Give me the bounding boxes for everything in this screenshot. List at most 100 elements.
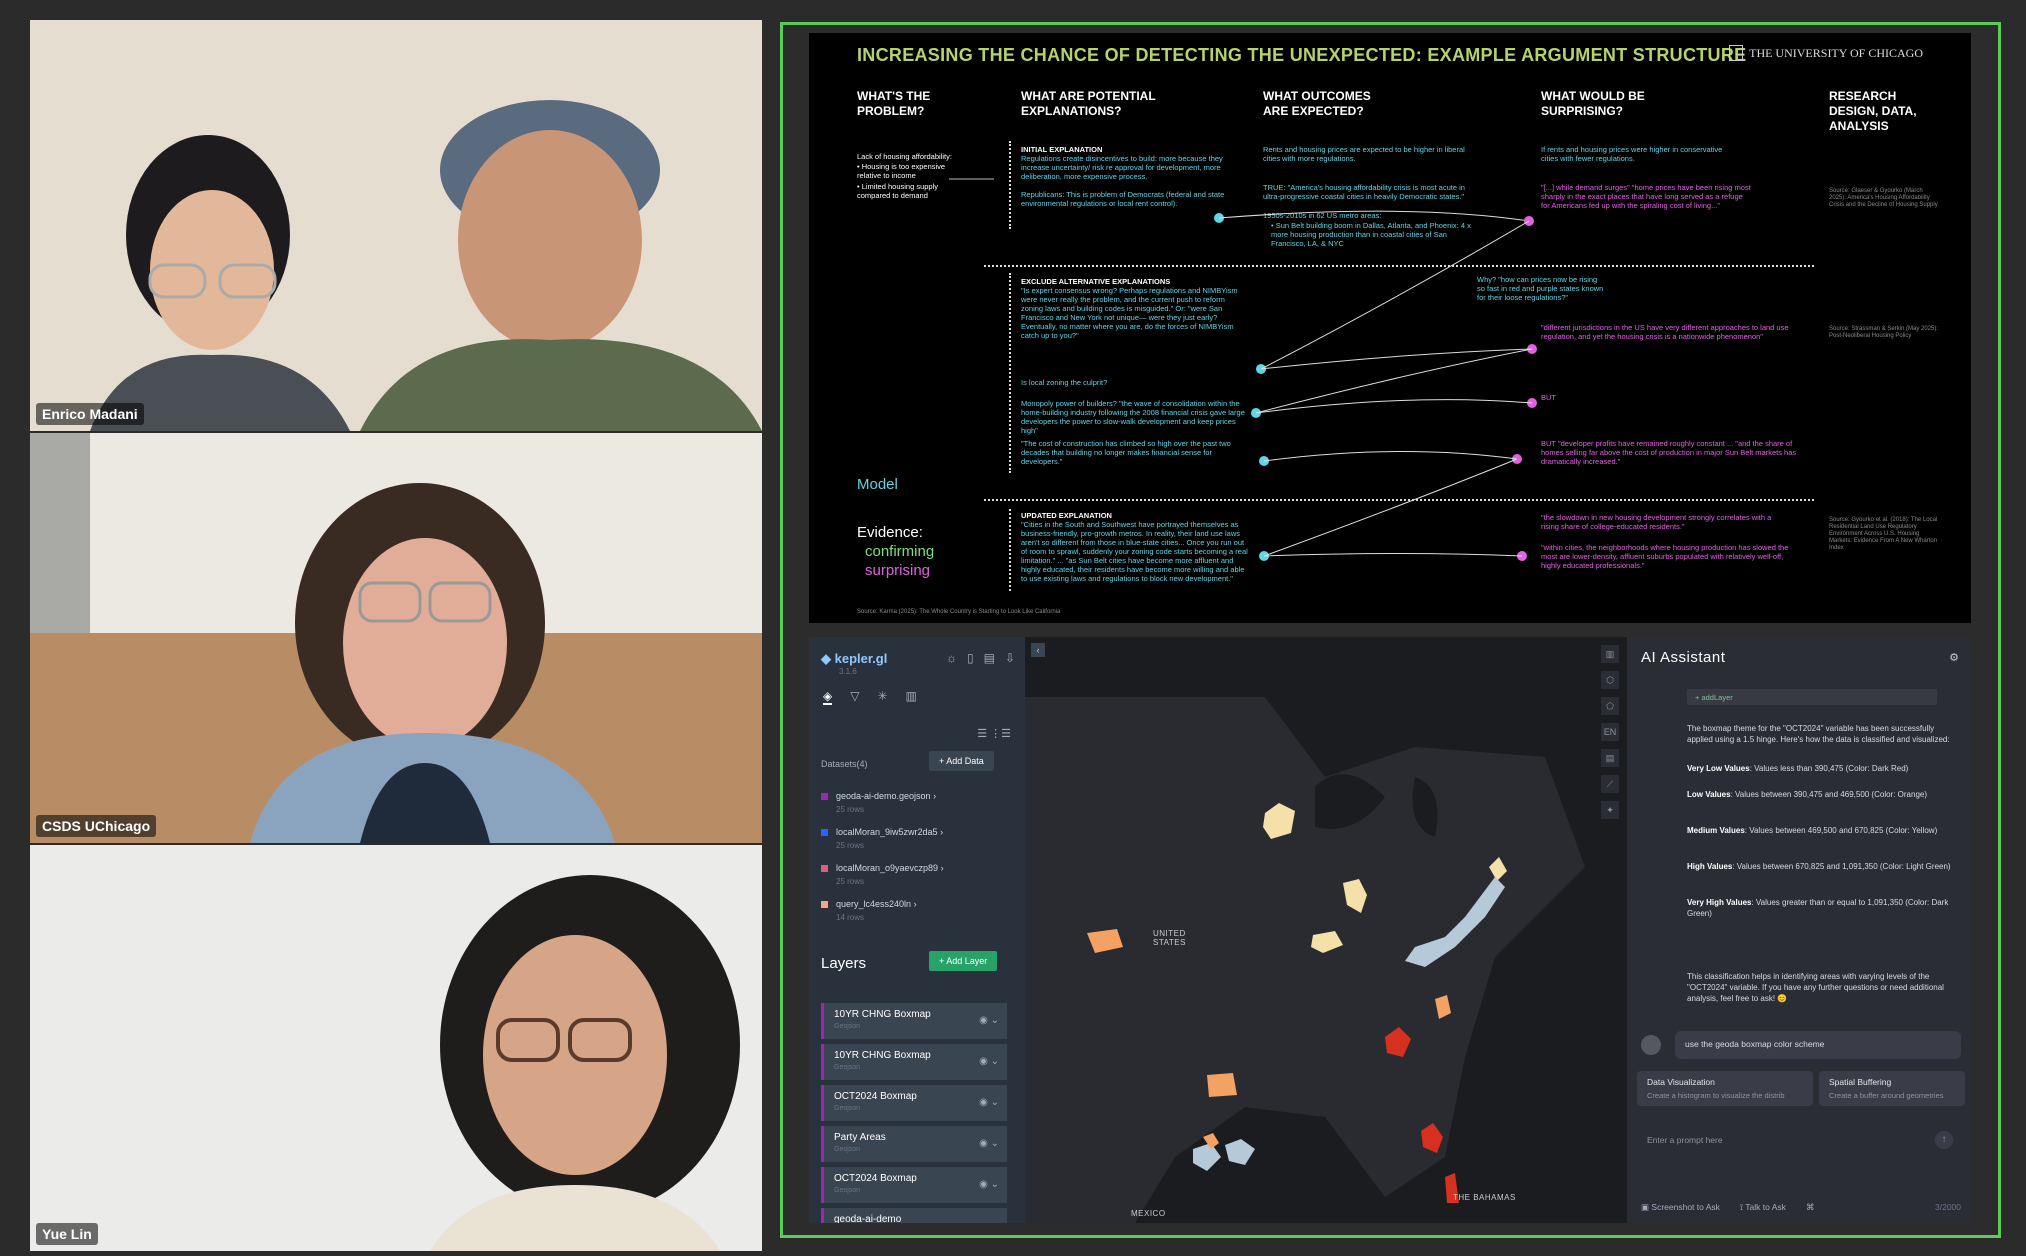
send-icon[interactable]: ↑ xyxy=(1935,1131,1953,1149)
column-heading-problem: WHAT'S THE PROBLEM? xyxy=(857,89,931,118)
map-controls: ▥ ⬡ ⬠ EN ▤ ⟋ ✦ xyxy=(1601,645,1619,819)
layer-type: Geojson xyxy=(834,1146,861,1153)
participant-tile-1[interactable]: Enrico Madani xyxy=(30,20,762,431)
column-heading-explanations: WHAT ARE POTENTIAL EXPLANATIONS? xyxy=(1021,89,1156,118)
surprising-text-2: "[...] while demand surges" "home prices… xyxy=(1541,183,1751,210)
eye-icon[interactable]: ◉ ⌄ xyxy=(979,1097,999,1108)
problem-intro: Lack of housing affordability: xyxy=(857,152,952,161)
column-heading-surprising: WHAT WOULD BE SURPRISING? xyxy=(1541,89,1645,118)
layer-item[interactable]: geoda-ai-demo xyxy=(821,1208,1007,1223)
layer-item[interactable]: 10YR CHNG Boxmap Geojson ◉ ⌄ xyxy=(821,1044,1007,1080)
layer-type: Geojson xyxy=(834,1064,861,1071)
eye-icon[interactable]: ◉ ⌄ xyxy=(979,1056,999,1067)
map-label-mexico: MEXICO xyxy=(1131,1209,1166,1218)
dataset-rows: 14 rows xyxy=(836,913,865,922)
ai-class-4-label: High Values xyxy=(1687,862,1733,871)
locale-icon[interactable]: EN xyxy=(1601,723,1619,741)
eye-icon[interactable]: ◉ ⌄ xyxy=(979,1138,999,1149)
kepler-app: ◆ kepler.gl 3.1.6 ☼ ▯ ▤ ⇩ ◈ ▽ ✳ ▥ ☰ ⋮☰ D… xyxy=(809,637,1971,1223)
dataset-item[interactable]: query_lc4ess240ln › 14 rows xyxy=(821,899,917,922)
shield-icon xyxy=(1729,45,1744,61)
eye-icon[interactable]: ◉ ⌄ xyxy=(979,1015,999,1026)
filter-tab-icon[interactable]: ▽ xyxy=(850,689,859,705)
layers-tab-icon[interactable]: ◈ xyxy=(823,689,833,705)
source-2: Source: Strassman & Serkin (May 2025): P… xyxy=(1829,326,1939,339)
dataset-color-swatch xyxy=(821,901,828,909)
add-layer-button[interactable]: + Add Layer xyxy=(929,951,998,971)
list-view-icons[interactable]: ☰ ⋮☰ xyxy=(977,727,1011,740)
kepler-version: 3.1.6 xyxy=(839,667,857,676)
add-data-button[interactable]: + Add Data xyxy=(929,751,994,771)
layer-type: Geojson xyxy=(834,1023,861,1030)
map-canvas[interactable] xyxy=(1025,637,1627,1223)
kepler-brand: ◆ kepler.gl xyxy=(821,651,888,666)
dataset-name: query_lc4ess240ln xyxy=(836,899,912,909)
map-view[interactable]: UNITED STATES MEXICO THE BAHAMAS ‹ ▥ ⬡ ⬠… xyxy=(1025,637,1627,1223)
layer-item[interactable]: OCT2024 Boxmap Geojson ◉ ⌄ xyxy=(821,1085,1007,1121)
initial-explanation: INITIAL EXPLANATION Regulations create d… xyxy=(1021,145,1241,208)
screenshot-to-ask-button[interactable]: ▣ Screenshot to Ask xyxy=(1641,1202,1720,1213)
expected-text-4: • Sun Belt building boom in Dallas, Atla… xyxy=(1271,221,1471,248)
database-icon[interactable]: ▤ xyxy=(984,651,995,665)
layer-name: 10YR CHNG Boxmap xyxy=(834,1009,931,1020)
dataset-color-swatch xyxy=(821,865,828,873)
ai-class-3-text: : Values between 469,500 and 670,825 (Co… xyxy=(1744,826,1938,835)
layer-name: OCT2024 Boxmap xyxy=(834,1173,917,1184)
but-2: BUT "developer profits have remained rou… xyxy=(1541,439,1797,466)
book-icon[interactable]: ▯ xyxy=(967,651,974,665)
ai-class-2-label: Low Values xyxy=(1687,790,1731,799)
suggestion-chip[interactable]: Spatial Buffering Create a buffer around … xyxy=(1819,1071,1965,1106)
dataset-rows: 25 rows xyxy=(836,841,865,850)
source-1: Source: Glaeser & Gyourko (March 2025): … xyxy=(1829,188,1938,208)
tool-call-chip[interactable]: + addLayer xyxy=(1687,689,1937,705)
map-label-us: UNITED STATES xyxy=(1153,929,1186,947)
footer-source: Source: Karma (2025): The Whole Country … xyxy=(857,609,1061,615)
layer-name: Party Areas xyxy=(834,1132,886,1143)
ai-class-2: Low Values: Values between 390,475 and 4… xyxy=(1687,789,1957,800)
problem-bullet-2-text: Limited housing supply compared to deman… xyxy=(857,182,939,200)
basemap-tab-icon[interactable]: ▥ xyxy=(906,689,917,705)
dataset-item[interactable]: localMoran_9iw5zwr2da5 › 25 rows xyxy=(821,827,943,850)
download-icon[interactable]: ⇩ xyxy=(1005,651,1015,665)
eye-icon[interactable]: ◉ ⌄ xyxy=(979,1179,999,1190)
participant-tile-3[interactable]: Yue Lin xyxy=(30,845,762,1251)
surprising-mid: "different jurisdictions in the US have … xyxy=(1541,323,1789,341)
dataset-color-swatch xyxy=(821,793,828,801)
tool-call-label: + addLayer xyxy=(1695,693,1733,702)
column-heading-research: RESEARCH DESIGN, DATA, ANALYSIS xyxy=(1829,89,1917,133)
ai-class-1-text: : Values less than 390,475 (Color: Dark … xyxy=(1749,764,1909,773)
draw-icon[interactable]: ⬠ xyxy=(1601,697,1619,715)
expected-text-1: Rents and housing prices are expected to… xyxy=(1263,145,1465,163)
ai-title: AI Assistant xyxy=(1641,649,1726,666)
presentation-slide: INCREASING THE CHANCE OF DETECTING THE U… xyxy=(809,33,1971,623)
layer-item[interactable]: 10YR CHNG Boxmap Geojson ◉ ⌄ xyxy=(821,1003,1007,1039)
bug-icon[interactable]: ☼ xyxy=(946,651,957,665)
legend-icon[interactable]: ▤ xyxy=(1601,749,1619,767)
but-1: BUT xyxy=(1541,393,1556,402)
attach-icon[interactable]: ⌘ xyxy=(1806,1202,1815,1213)
ai-intro: The boxmap theme for the "OCT2024" varia… xyxy=(1687,724,1950,744)
prompt-input[interactable]: Enter a prompt here xyxy=(1637,1123,1961,1159)
dataset-item[interactable]: localMoran_o9yaevczp89 › 25 rows xyxy=(821,863,944,886)
logo-text: THE UNIVERSITY OF CHICAGO xyxy=(1749,45,1923,60)
column-heading-outcomes: WHAT OUTCOMES ARE EXPECTED? xyxy=(1263,89,1371,118)
suggestion-chip[interactable]: Data Visualization Create a histogram to … xyxy=(1637,1071,1813,1106)
talk-to-ask-button[interactable]: ⟟ Talk to Ask xyxy=(1740,1202,1786,1213)
slide-title: INCREASING THE CHANCE OF DETECTING THE U… xyxy=(857,45,1747,65)
settings-icon[interactable]: ⚙ xyxy=(1949,651,1959,664)
3d-map-icon[interactable]: ⬡ xyxy=(1601,671,1619,689)
ai-assistant-icon[interactable]: ✦ xyxy=(1601,801,1619,819)
collapse-panel-icon[interactable]: ‹ xyxy=(1031,643,1045,657)
add-data-label: Add Data xyxy=(946,756,984,766)
split-map-icon[interactable]: ▥ xyxy=(1601,645,1619,663)
dataset-item[interactable]: geoda-ai-demo.geojson › 25 rows xyxy=(821,791,936,814)
participant-tile-2[interactable]: CSDS UChicago xyxy=(30,433,762,843)
label-evidence: Evidence: confirming surprising xyxy=(857,523,934,580)
exclude-text: "Is expert consensus wrong? Perhaps regu… xyxy=(1021,286,1238,340)
layer-item[interactable]: OCT2024 Boxmap Geojson ◉ ⌄ xyxy=(821,1167,1007,1203)
ruler-icon[interactable]: ⟋ xyxy=(1601,775,1619,793)
dataset-name: geoda-ai-demo.geojson xyxy=(836,791,931,801)
initial-heading: INITIAL EXPLANATION xyxy=(1021,145,1103,154)
interaction-tab-icon[interactable]: ✳ xyxy=(877,689,887,705)
layer-item[interactable]: Party Areas Geojson ◉ ⌄ xyxy=(821,1126,1007,1162)
